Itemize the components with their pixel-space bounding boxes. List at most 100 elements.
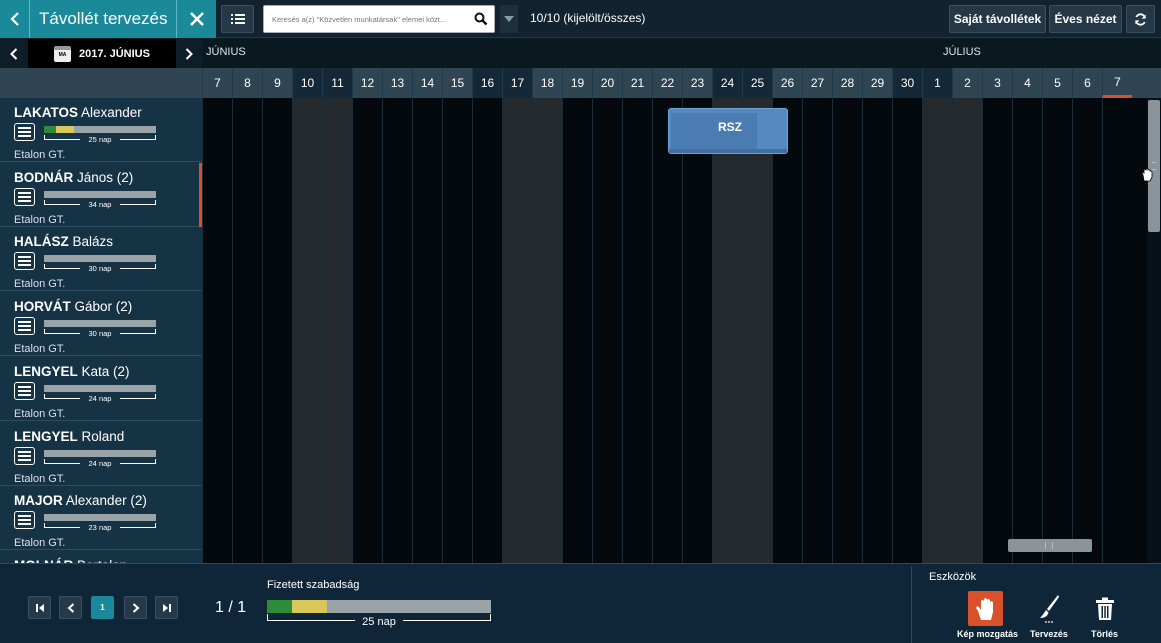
list-view-button[interactable] [221, 5, 254, 33]
calendar-grid[interactable] [202, 98, 1147, 563]
employee-row[interactable]: HALÁSZ Balázs 30 nap Etalon GT. [0, 227, 202, 292]
day-header-cell: 9 [262, 68, 292, 98]
month-selector[interactable]: MA 2017. JÚNIUS [28, 39, 176, 68]
back-button[interactable] [0, 0, 30, 38]
leave-days: 34 nap [80, 199, 120, 209]
current-page-button[interactable]: 1 [91, 596, 114, 619]
prev-month-button[interactable] [0, 39, 28, 68]
employee-menu-button[interactable] [14, 187, 35, 206]
day-column [802, 98, 832, 563]
leave-days: 24 nap [80, 393, 120, 403]
leave-days: 30 nap [80, 329, 120, 339]
brush-icon [1040, 595, 1059, 623]
day-header-cell: 8 [232, 68, 262, 98]
day-header-cell: 7 [202, 68, 232, 98]
prev-page-button[interactable] [59, 596, 82, 619]
yearly-view-button[interactable]: Éves nézet [1049, 5, 1122, 33]
employee-menu-button[interactable] [14, 446, 35, 465]
day-column [472, 98, 502, 563]
leave-bar [44, 384, 156, 392]
first-page-button[interactable] [28, 596, 51, 619]
employee-menu-button[interactable] [14, 252, 35, 271]
employee-last-name: HALÁSZ [14, 234, 69, 250]
month-label-june: JÚNIUS [206, 46, 246, 58]
employee-menu-button[interactable] [14, 123, 35, 141]
leave-bar [44, 126, 156, 133]
horizontal-scroll-thumb[interactable] [1008, 539, 1092, 552]
leave-days: 30 nap [80, 264, 120, 274]
employee-last-name: LENGYEL [14, 428, 78, 444]
day-header-cell: 18 [532, 68, 562, 98]
day-column [682, 98, 712, 563]
day-header-cell: 17 [502, 68, 532, 98]
employee-menu-button[interactable] [14, 511, 35, 530]
title-box: Távollét tervezés [0, 0, 216, 38]
menu-icon [18, 256, 31, 267]
employee-first-name: János (2) [77, 169, 134, 185]
planning-label: Tervezés [1030, 629, 1068, 639]
day-column [982, 98, 1012, 563]
employee-last-name: LENGYEL [14, 363, 78, 379]
employee-name: LENGYEL Roland [14, 429, 124, 444]
day-header-cell: 5 [1042, 68, 1072, 98]
employee-row[interactable]: LENGYEL Roland 24 nap Etalon GT. [0, 422, 202, 486]
menu-icon [18, 127, 31, 137]
employee-row[interactable]: BODNÁR János (2) 34 nap Etalon GT. [0, 163, 202, 227]
leave-days: 23 nap [80, 523, 120, 533]
own-absences-button[interactable]: Saját távollétek [949, 5, 1046, 33]
absence-event-label: RSZ [718, 120, 742, 134]
last-page-button[interactable] [155, 596, 178, 619]
day-header-cell: 23 [682, 68, 712, 98]
day-header-cell: 28 [832, 68, 862, 98]
leave-days: 25 nap [80, 135, 120, 144]
day-header-cell: 6 [1072, 68, 1102, 98]
day-column [952, 98, 982, 563]
close-icon [189, 12, 204, 26]
image-move-tool[interactable] [968, 591, 1003, 626]
employee-row[interactable]: MOLNÁR Bertalan [0, 551, 202, 563]
employee-team: Etalon GT. [14, 537, 66, 550]
employee-menu-button[interactable] [14, 381, 35, 400]
absence-event-inner [671, 113, 757, 151]
search-dropdown-button[interactable] [500, 5, 518, 33]
day-header-cell: 13 [382, 68, 412, 98]
day-column [292, 98, 322, 563]
next-page-button[interactable] [124, 596, 147, 619]
delete-tool[interactable] [1094, 596, 1116, 622]
employee-team: Etalon GT. [14, 407, 66, 420]
absence-event-bottom [669, 149, 787, 153]
close-button[interactable] [176, 0, 216, 38]
menu-icon [18, 191, 31, 202]
employee-row[interactable]: LAKATOS Alexander 25 nap Etalon GT. [0, 98, 202, 162]
employee-name: HALÁSZ Balázs [14, 234, 113, 249]
day-header-cell: 26 [772, 68, 802, 98]
chevron-left-icon [10, 47, 18, 60]
paid-leave-used [267, 600, 292, 613]
image-move-label: Kép mozgatás [957, 629, 1019, 639]
day-column [532, 98, 562, 563]
search-input[interactable] [264, 6, 469, 32]
employee-name: MAJOR Alexander (2) [14, 493, 147, 508]
day-header-cell: 29 [862, 68, 892, 98]
tools-label: Eszközök [929, 571, 977, 583]
employee-last-name: LAKATOS [14, 105, 78, 120]
next-month-button[interactable] [176, 39, 202, 68]
employee-row[interactable]: LENGYEL Kata (2) 24 nap Etalon GT. [0, 357, 202, 421]
search-box [263, 5, 495, 33]
day-column [892, 98, 922, 563]
day-header-cell: 7 [1102, 68, 1132, 98]
employee-row[interactable]: HORVÁT Gábor (2) 30 nap Etalon GT. [0, 292, 202, 357]
vertical-scroll-thumb[interactable] [1148, 100, 1160, 232]
leave-bar [44, 190, 156, 198]
day-column [652, 98, 682, 563]
selected-row-marker [199, 163, 202, 227]
employee-menu-button[interactable] [14, 317, 35, 336]
refresh-button[interactable] [1126, 5, 1155, 33]
day-column [1042, 98, 1072, 563]
day-header-cell: 20 [592, 68, 622, 98]
day-header-cell: 10 [292, 68, 322, 98]
search-icon[interactable] [474, 12, 488, 26]
planning-tool[interactable] [1036, 594, 1062, 626]
month-label-july: JÚLIUS [943, 46, 981, 58]
employee-row[interactable]: MAJOR Alexander (2) 23 nap Etalon GT. [0, 486, 202, 551]
